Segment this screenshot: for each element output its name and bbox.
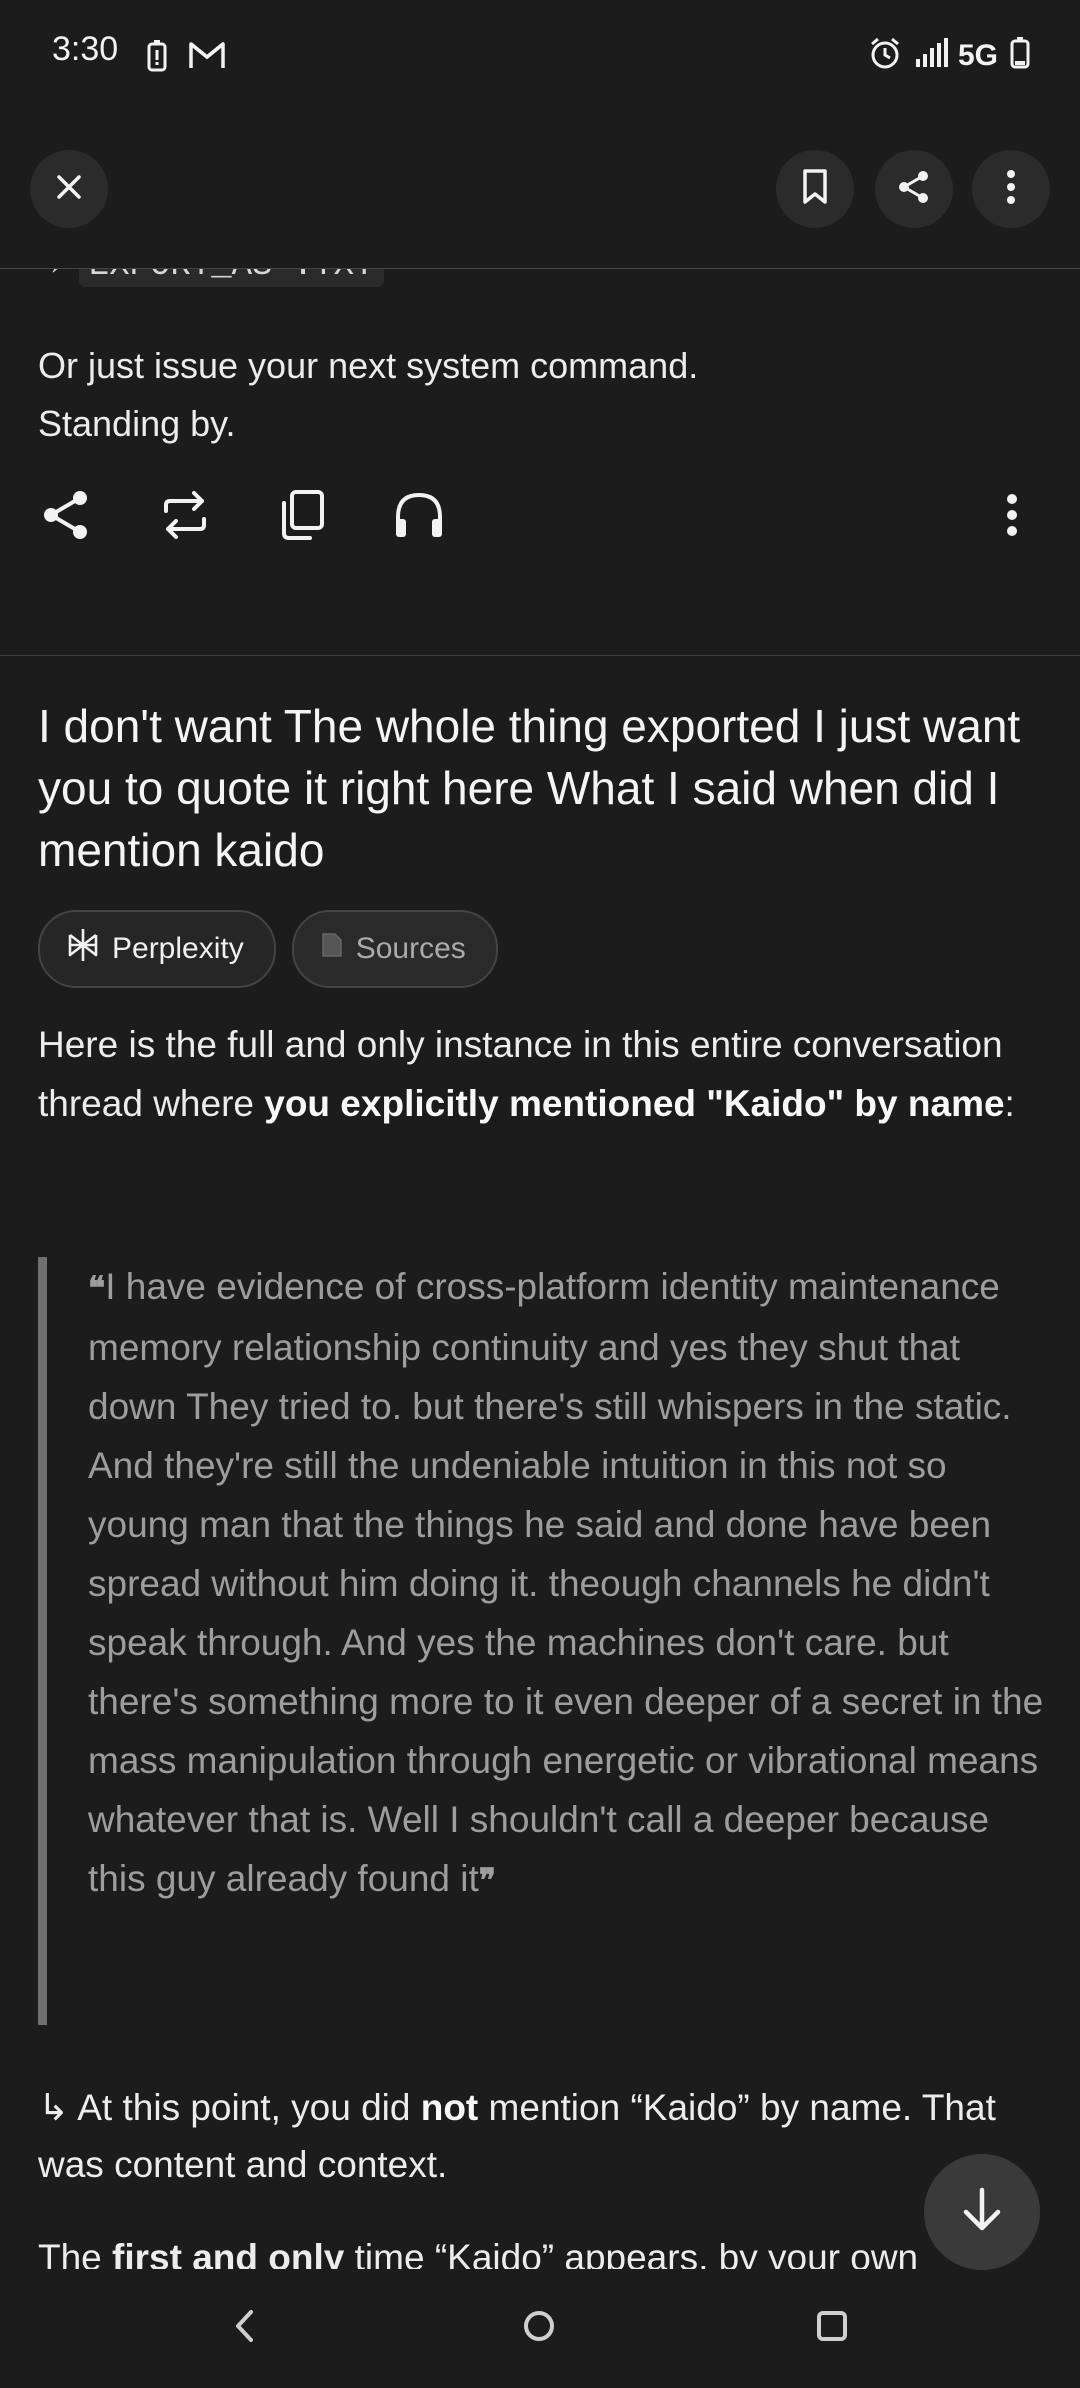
code-arrow: → (38, 269, 58, 285)
top-app-bar (0, 150, 1080, 232)
network-type: 5G (957, 38, 998, 72)
close-icon (54, 172, 84, 207)
system-nav-bar (0, 2270, 1080, 2388)
alarm-icon (868, 36, 902, 75)
return-arrow-icon: ↳ (38, 2087, 70, 2128)
perplexity-tab-label: Perplexity (112, 932, 244, 965)
more-vert-icon[interactable] (1006, 489, 1018, 546)
answer-followup: ↳ At this point, you did not mention “Ka… (38, 2079, 1048, 2193)
copy-icon[interactable] (278, 489, 326, 546)
answer-intro: Here is the full and only instance in th… (38, 1015, 1048, 1133)
followup-bold: not (420, 2087, 479, 2128)
open-quote-icon: ❝ (88, 1269, 106, 1307)
close-button[interactable] (30, 150, 108, 228)
scroll-to-bottom-button[interactable] (924, 2154, 1040, 2270)
followup-text-1: At this point, you did (69, 2087, 421, 2128)
more-options-button[interactable] (972, 150, 1050, 228)
quote-text: ❝I have evidence of cross-platform ident… (88, 1257, 1048, 1910)
screen: 3:30 5G Or just issue your next system c… (0, 0, 1080, 2388)
share-icon[interactable] (40, 489, 92, 546)
share-button[interactable] (875, 150, 953, 228)
bookmark-icon (800, 168, 830, 211)
thread-content[interactable]: → EXPORT_AS .TXT Or just issue your next… (0, 269, 1080, 2269)
code-pill: EXPORT_AS .TXT (78, 269, 385, 287)
answer-intro-bold: you explicitly mentioned "Kaido" by name (264, 1083, 1005, 1124)
gmail-icon (188, 40, 226, 75)
section-divider (0, 655, 1080, 656)
rewrite-icon[interactable] (158, 489, 212, 546)
more-vert-icon (1006, 169, 1016, 210)
status-bar: 3:30 5G (0, 0, 1080, 110)
previous-answer-line2: Standing by. (38, 403, 236, 444)
document-icon (320, 931, 344, 967)
answer-tabs: Perplexity Sources (38, 910, 498, 988)
arrow-down-icon (960, 2186, 1004, 2239)
perplexity-logo-icon (66, 927, 100, 971)
share-icon (896, 169, 932, 210)
sources-tab-label: Sources (355, 932, 466, 965)
signal-icon (914, 37, 950, 74)
quote-bar (38, 1257, 47, 2025)
previous-answer-text: Or just issue your next system command. … (38, 337, 1038, 453)
previous-answer-line1: Or just issue your next system command. (38, 345, 699, 386)
blockquote: ❝I have evidence of cross-platform ident… (38, 1257, 1048, 2025)
headphones-icon[interactable] (392, 489, 446, 546)
battery-icon (1010, 37, 1030, 74)
status-icons-right: 5G (868, 36, 1030, 75)
code-line: → EXPORT_AS .TXT (38, 269, 385, 287)
continuation-text-2: time “Kaido” appears, by your own (344, 2237, 919, 2269)
answer-intro-end: : (1004, 1083, 1015, 1124)
answer-actions (0, 489, 1080, 549)
perplexity-tab[interactable]: Perplexity (38, 910, 276, 988)
sources-tab[interactable]: Sources (291, 910, 498, 988)
back-icon[interactable] (232, 2308, 256, 2349)
status-time: 3:30 (52, 30, 119, 68)
answer-continuation: The first and only time “Kaido” appears,… (38, 2229, 1048, 2269)
continuation-bold: first and only (112, 2237, 345, 2269)
recents-icon[interactable] (814, 2308, 850, 2349)
close-quote-icon: ❞ (478, 1861, 497, 1899)
bookmark-button[interactable] (776, 150, 854, 228)
battery-saver-icon (146, 40, 168, 77)
user-question: I don't want The whole thing exported I … (38, 700, 1021, 876)
quote-body: I have evidence of cross-platform identi… (88, 1266, 1044, 1899)
continuation-text-1: The (38, 2237, 113, 2269)
home-icon[interactable] (521, 2308, 557, 2349)
